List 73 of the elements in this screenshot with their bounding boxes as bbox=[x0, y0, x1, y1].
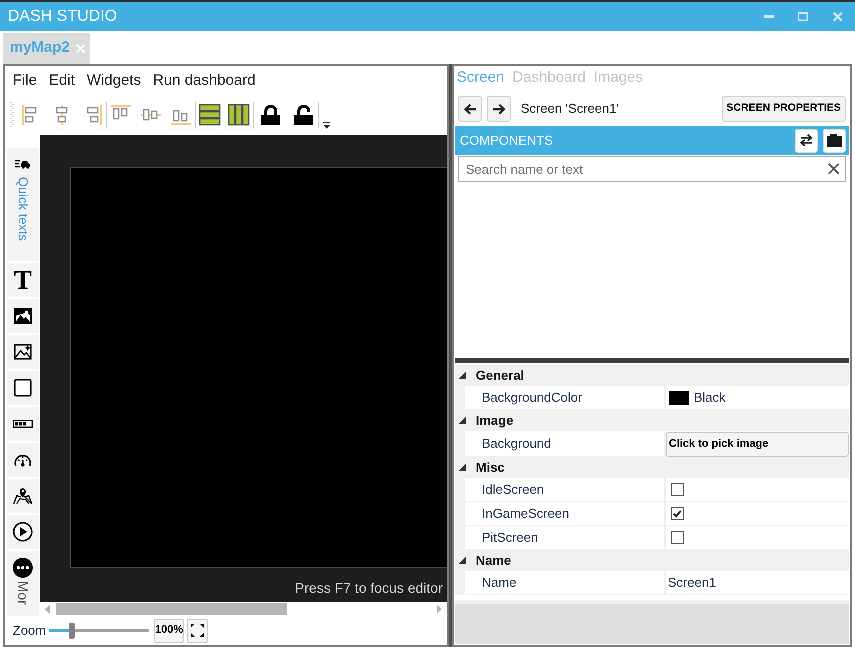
overflow-icon[interactable] bbox=[323, 122, 331, 129]
property-name: Name bbox=[482, 574, 517, 592]
property-name: InGameScreen bbox=[482, 504, 570, 523]
property-value: Screen1 bbox=[668, 574, 716, 592]
back-button[interactable] bbox=[458, 96, 482, 122]
maximize-icon bbox=[798, 12, 808, 21]
lock-icon[interactable] bbox=[260, 104, 282, 126]
scrollbar-thumb[interactable] bbox=[56, 603, 287, 615]
zoom-reset-button[interactable]: 100% bbox=[154, 618, 184, 642]
progress-bar-icon bbox=[13, 420, 33, 428]
image-widget-button[interactable] bbox=[7, 299, 39, 333]
toolbar-grip[interactable] bbox=[10, 102, 14, 128]
gauge-icon bbox=[14, 452, 32, 468]
slider-thumb[interactable] bbox=[69, 622, 76, 638]
square-icon bbox=[14, 379, 32, 397]
more-widgets-tab[interactable]: Mor bbox=[7, 551, 39, 616]
components-title: COMPONENTS bbox=[460, 132, 554, 150]
menu-item[interactable]: Edit bbox=[49, 70, 76, 92]
property-name: IdleScreen bbox=[482, 480, 544, 499]
menu-item[interactable]: File bbox=[13, 70, 38, 92]
map-widget-button[interactable] bbox=[7, 479, 39, 513]
property-name: BackgroundColor bbox=[482, 388, 582, 407]
rectangle-widget-button[interactable] bbox=[7, 371, 39, 405]
play-circle-icon bbox=[13, 522, 33, 542]
rows-icon[interactable] bbox=[199, 104, 221, 126]
video-widget-button[interactable] bbox=[7, 515, 39, 549]
image-icon bbox=[14, 308, 32, 324]
swap-button[interactable] bbox=[795, 128, 818, 152]
property-group-label: Image bbox=[476, 412, 514, 430]
property-group-label: General bbox=[476, 366, 524, 385]
forward-button[interactable] bbox=[487, 96, 511, 122]
property-group-label: Name bbox=[476, 552, 512, 570]
checkbox[interactable] bbox=[671, 483, 684, 496]
zoom-label: Zoom bbox=[13, 622, 46, 640]
gauge-widget-button[interactable] bbox=[7, 443, 39, 477]
columns-icon[interactable] bbox=[228, 104, 250, 126]
property-name: PitScreen bbox=[482, 528, 538, 547]
expand-triangle-icon[interactable] bbox=[459, 417, 466, 424]
screen-properties-button[interactable]: SCREEN PROPERTIES bbox=[722, 96, 846, 122]
arrow-right-icon bbox=[492, 104, 506, 114]
menu-item[interactable]: Widgets bbox=[87, 70, 142, 92]
property-name: Background bbox=[482, 434, 552, 453]
property-value: Black bbox=[694, 388, 726, 407]
swap-arrows-icon bbox=[800, 134, 813, 147]
checkbox[interactable] bbox=[671, 531, 684, 544]
unlock-icon[interactable] bbox=[293, 104, 315, 126]
checkmark-icon bbox=[673, 510, 682, 518]
editor-hint: Press F7 to focus editor bbox=[295, 579, 443, 598]
folder-icon bbox=[827, 134, 842, 147]
search-field[interactable]: Search name or text bbox=[458, 156, 846, 182]
expand-triangle-icon[interactable] bbox=[459, 464, 466, 471]
map-pin-icon bbox=[13, 487, 33, 505]
menu-item[interactable]: Run dashboard bbox=[153, 70, 256, 92]
image-widget-button[interactable] bbox=[7, 335, 39, 369]
clear-search-icon[interactable] bbox=[828, 163, 840, 175]
zoom-slider[interactable] bbox=[49, 622, 150, 638]
window-title: DASH STUDIO bbox=[8, 6, 118, 26]
pick-image-button[interactable]: Click to pick image bbox=[666, 432, 849, 457]
text-widget-button[interactable]: T bbox=[7, 263, 39, 297]
bar-widget-button[interactable] bbox=[7, 407, 39, 441]
folder-button[interactable] bbox=[823, 128, 846, 152]
screen-title: Screen 'Screen1' bbox=[521, 100, 620, 118]
fit-screen-button[interactable] bbox=[187, 618, 208, 642]
property-group-label: Misc bbox=[476, 458, 505, 477]
expand-triangle-icon[interactable] bbox=[459, 557, 466, 564]
car-lines-icon bbox=[15, 159, 31, 169]
minimize-icon bbox=[764, 15, 774, 18]
checkbox[interactable] bbox=[671, 507, 684, 520]
fullscreen-icon bbox=[191, 624, 204, 637]
more-dots-icon bbox=[13, 558, 33, 578]
close-icon bbox=[832, 12, 842, 22]
arrow-left-icon bbox=[464, 104, 476, 114]
expand-triangle-icon[interactable] bbox=[459, 372, 466, 379]
